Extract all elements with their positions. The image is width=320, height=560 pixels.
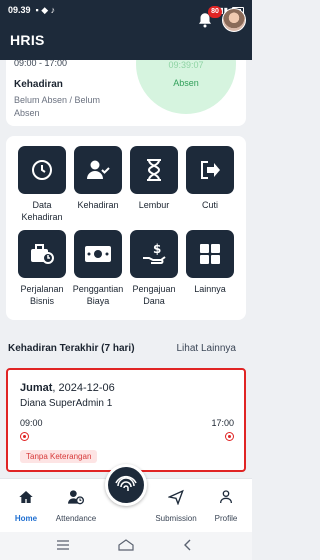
user-clock-icon [68,490,84,505]
grid-icon [186,230,234,278]
menu-grid: Data Kehadiran Kehadiran Lembur Cuti Per… [6,136,246,320]
nav-home-label: Home [14,514,38,523]
attendance-title: Kehadiran [14,79,63,90]
menu-cuti[interactable]: Cuti [180,146,240,211]
menu-lainnya[interactable]: Lainnya [180,230,240,295]
back-icon[interactable] [182,539,194,551]
app-header: HRIS [0,20,252,60]
status-time: 09.39 [8,5,31,15]
clock-icon [18,146,66,194]
clock-time: 09:39:07 [168,60,204,70]
hourglass-icon [130,146,178,194]
notification-badge: 80 [208,6,222,18]
menu-label: Lembur [138,200,170,210]
recent-attendance-card[interactable]: Jumat, 2024-12-06 Diana SuperAdmin 1 09:… [6,368,246,472]
check-out-marker-icon [225,432,234,441]
notification-status-icon: ▪ ◆ ♪ [35,4,56,15]
menu-lembur[interactable]: Lembur [124,146,184,211]
app-title: HRIS [10,32,45,48]
nav-attendance[interactable]: Attendance [50,489,102,523]
fingerprint-button[interactable] [105,464,147,506]
recent-section-title: Kehadiran Terakhir (7 hari) [8,343,135,354]
system-nav-bar [0,532,252,560]
menu-label: Cuti [201,200,218,210]
recent-date-value: , 2024-12-06 [52,382,115,394]
attendance-card: 09:00 - 17:00 Kehadiran Belum Absen / Be… [6,60,246,126]
recent-apps-icon[interactable] [56,539,70,551]
clock-in-button[interactable]: 09:39:07 Absen [136,60,236,114]
svg-text:$: $ [153,242,161,256]
menu-label: Pengajuan Dana [132,284,176,306]
menu-kehadiran[interactable]: Kehadiran [68,146,128,211]
nav-profile[interactable]: Profile [200,489,252,523]
menu-label: Data Kehadiran [21,200,63,222]
menu-data-kehadiran[interactable]: Data Kehadiran [12,146,72,223]
nav-home[interactable]: Home [0,489,52,523]
nav-submission[interactable]: Submission [150,489,202,523]
menu-label: Perjalanan Bisnis [20,284,64,306]
menu-label: Kehadiran [77,200,119,210]
nav-attendance-label: Attendance [55,514,97,523]
attendance-status: Belum Absen / Belum Absen [14,95,101,118]
user-check-icon [74,146,122,194]
check-in-marker-icon [20,432,29,441]
nav-profile-label: Profile [214,514,238,523]
menu-label: Lainnya [194,284,226,294]
work-hours: 09:00 - 17:00 [14,60,68,68]
home-icon [19,491,33,503]
fingerprint-icon [115,475,137,491]
home-system-icon[interactable] [118,539,134,551]
check-out-time: 17:00 [211,418,234,428]
check-in-time: 09:00 [20,418,43,428]
see-more-link[interactable]: Lihat Lainnya [177,343,237,354]
recent-date: Jumat, 2024-12-06 [20,382,115,394]
menu-penggantian-biaya[interactable]: Penggantian Biaya [68,230,128,307]
avatar[interactable] [222,8,246,32]
menu-perjalanan-bisnis[interactable]: Perjalanan Bisnis [12,230,72,307]
recent-day: Jumat [20,382,53,394]
nav-submission-label: Submission [155,514,197,523]
clock-label: Absen [173,78,199,88]
briefcase-clock-icon [18,230,66,278]
user-icon [220,490,232,504]
menu-label: Penggantian Biaya [72,284,124,306]
employee-name: Diana SuperAdmin 1 [20,398,113,409]
menu-pengajuan-dana[interactable]: $ Pengajuan Dana [124,230,184,307]
status-badge: Tanpa Keterangan [20,450,98,463]
send-icon [167,489,184,506]
hand-money-icon: $ [130,230,178,278]
money-icon [74,230,122,278]
exit-icon [186,146,234,194]
